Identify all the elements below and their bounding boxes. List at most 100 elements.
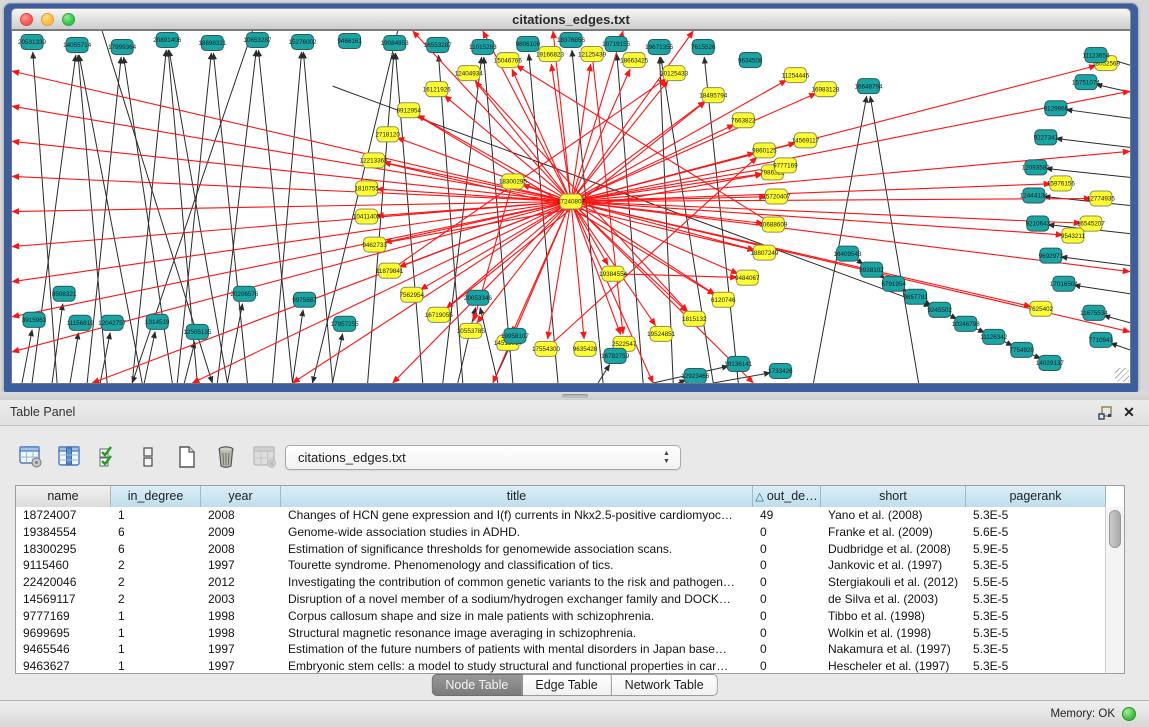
- column-header-title[interactable]: title: [281, 486, 753, 507]
- table-row[interactable]: 2242004622012Investigating the contribut…: [16, 574, 1105, 591]
- graph-node[interactable]: 12774935: [1087, 191, 1115, 206]
- panel-splitter[interactable]: [0, 392, 1149, 400]
- graph-node[interactable]: 7615526: [691, 40, 716, 55]
- graph-node[interactable]: 15720407: [762, 189, 790, 204]
- graph-node[interactable]: 7754920: [1010, 342, 1035, 357]
- graph-node[interactable]: 9210643: [1026, 216, 1051, 231]
- graph-node[interactable]: 9634508: [738, 53, 763, 68]
- graph-node[interactable]: 19958107: [501, 328, 529, 343]
- graph-node[interactable]: 1314519: [145, 314, 170, 329]
- graph-node[interactable]: 6120746: [711, 292, 736, 307]
- graph-node[interactable]: 7710943: [1089, 332, 1114, 347]
- graph-node[interactable]: 20531339: [18, 35, 46, 50]
- column-chooser-icon[interactable]: [57, 444, 83, 470]
- table-row[interactable]: 946362711997Embryonic stem cells: a mode…: [16, 658, 1105, 673]
- graph-node[interactable]: 9462733: [362, 237, 387, 252]
- graph-node[interactable]: 19384554: [599, 266, 627, 281]
- graph-node[interactable]: 2718120: [375, 127, 400, 142]
- graph-node[interactable]: 11015283: [469, 40, 497, 55]
- graph-node[interactable]: 17554300: [532, 341, 560, 356]
- graph-node[interactable]: 10719155: [602, 37, 630, 52]
- graph-node[interactable]: 14029137: [1036, 355, 1064, 370]
- graph-node[interactable]: 20053346: [464, 290, 492, 305]
- column-header-pagerank[interactable]: pagerank: [966, 486, 1106, 507]
- scrollbar-thumb[interactable]: [1109, 510, 1121, 548]
- network-graph[interactable]: 20531339 14055714 17999364 20891406 18698321…: [12, 31, 1130, 383]
- graph-node[interactable]: 18807249: [750, 245, 778, 260]
- window-resize-grip[interactable]: [1115, 368, 1129, 382]
- graph-node[interactable]: 17016504: [1050, 276, 1078, 291]
- graph-node[interactable]: 11675534: [1080, 305, 1108, 320]
- graph-node[interactable]: 19084953: [381, 36, 409, 51]
- select-all-icon[interactable]: [96, 444, 122, 470]
- graph-node[interactable]: 14569117: [792, 133, 820, 148]
- graph-node[interactable]: 9227341: [1034, 130, 1059, 145]
- tab-node-table[interactable]: Node Table: [431, 674, 522, 696]
- graph-node[interactable]: 18698321: [198, 36, 226, 51]
- graph-node[interactable]: 18495794: [699, 88, 727, 103]
- graph-node[interactable]: 18376856: [557, 33, 585, 48]
- graph-node[interactable]: 15976156: [1047, 176, 1075, 191]
- new-file-icon[interactable]: [174, 444, 200, 470]
- graph-node[interactable]: 18300295: [499, 174, 527, 189]
- graph-node[interactable]: 11156819: [67, 315, 95, 330]
- graph-node[interactable]: 19166823: [536, 47, 564, 62]
- graph-node[interactable]: 9245502: [927, 302, 952, 317]
- graph-node[interactable]: 10125433: [660, 66, 688, 81]
- column-header-name[interactable]: name: [16, 486, 111, 507]
- graph-node[interactable]: 9543211: [1061, 228, 1086, 243]
- graph-node[interactable]: 6791954: [881, 276, 906, 291]
- graph-node[interactable]: 14055714: [63, 38, 91, 53]
- graph-node[interactable]: 12093582: [1022, 160, 1050, 175]
- graph-node[interactable]: 12923466: [681, 368, 709, 383]
- graph-node[interactable]: 11254446: [782, 68, 810, 83]
- graph-node[interactable]: 12505135: [183, 324, 211, 339]
- graph-node[interactable]: 11123654: [1082, 48, 1110, 63]
- graph-node[interactable]: 20206576: [230, 286, 258, 301]
- table-row[interactable]: 977716911998Corpus callosum shape and si…: [16, 608, 1105, 625]
- graph-node[interactable]: 17999364: [108, 40, 136, 55]
- vertical-scrollbar[interactable]: [1105, 507, 1124, 673]
- graph-node[interactable]: 12213363: [360, 153, 388, 168]
- graph-node[interactable]: 11126342: [980, 329, 1008, 344]
- graph-node[interactable]: 19524851: [647, 326, 675, 341]
- graph-node[interactable]: 9692971: [1039, 248, 1064, 263]
- rows-icon[interactable]: [135, 444, 161, 470]
- tab-network-table[interactable]: Network Table: [612, 674, 718, 696]
- graph-node[interactable]: 12042757: [98, 315, 126, 330]
- graph-node[interactable]: 7625402: [1029, 301, 1054, 316]
- graph-node[interactable]: 16719055: [425, 307, 453, 322]
- graph-node[interactable]: 16121926: [423, 82, 451, 97]
- graph-node[interactable]: 11879841: [376, 263, 404, 278]
- network-canvas[interactable]: 20531339 14055714 17999364 20891406 18698321…: [11, 30, 1131, 384]
- graph-node[interactable]: 15276002: [289, 35, 317, 50]
- graph-node[interactable]: 1810755: [354, 181, 379, 196]
- graph-node[interactable]: 12125439: [578, 47, 606, 62]
- delete-icon[interactable]: [213, 444, 239, 470]
- graph-node[interactable]: 9975887: [292, 292, 317, 307]
- table-row[interactable]: 1830029562008Estimation of significance …: [16, 541, 1105, 558]
- graph-node[interactable]: 10411405: [353, 209, 381, 224]
- graph-node[interactable]: 9806109: [516, 37, 541, 52]
- table-row[interactable]: 1456911722003Disruption of a novel membe…: [16, 591, 1105, 608]
- table-row[interactable]: 1872400712008Changes of HCN gene express…: [16, 507, 1105, 524]
- close-panel-icon[interactable]: ✕: [1121, 403, 1137, 421]
- graph-node[interactable]: 9860125: [752, 143, 777, 158]
- float-window-icon[interactable]: [1097, 405, 1113, 421]
- table-row[interactable]: 969969511998Structural magnetic resonanc…: [16, 625, 1105, 642]
- table-row[interactable]: 946554611997Estimation of the future num…: [16, 641, 1105, 658]
- graph-node[interactable]: 12444134: [1020, 188, 1048, 203]
- graph-node[interactable]: 9777169: [773, 158, 798, 173]
- graph-node[interactable]: 9857791: [903, 289, 928, 304]
- graph-node[interactable]: 9129966: [1044, 101, 1069, 116]
- graph-node[interactable]: 9484067: [735, 270, 760, 285]
- graph-node[interactable]: 9466161: [337, 34, 362, 49]
- column-header-in_degree[interactable]: in_degree: [111, 486, 201, 507]
- graph-node[interactable]: 16983128: [811, 82, 839, 97]
- graph-node[interactable]: 9635428: [573, 341, 598, 356]
- graph-node[interactable]: 16782759: [601, 348, 629, 363]
- graph-node[interactable]: 7562954: [399, 287, 424, 302]
- graph-node[interactable]: 20891406: [153, 33, 181, 48]
- graph-node[interactable]: 17240807: [557, 194, 585, 209]
- graph-node[interactable]: 1815132: [682, 311, 707, 326]
